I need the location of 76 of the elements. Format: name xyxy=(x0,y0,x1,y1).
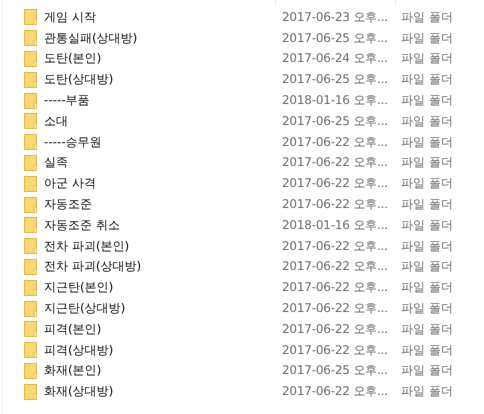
folder-name: 피격(본인) xyxy=(44,320,102,338)
modified-date: 2017-06-22 오후... xyxy=(282,383,389,400)
modified-date: 2017-06-22 오후... xyxy=(282,238,389,255)
file-type: 파일 폴더 xyxy=(401,320,453,338)
folder-name: 소대 xyxy=(44,112,69,130)
modified-date: 2017-06-22 오후... xyxy=(282,342,389,359)
folder-icon xyxy=(24,300,37,317)
modified-date: 2017-06-22 오후... xyxy=(282,175,389,192)
folder-icon xyxy=(24,321,37,338)
folder-icon xyxy=(24,196,37,213)
file-type: 파일 폴더 xyxy=(401,383,453,400)
folder-icon xyxy=(24,92,37,109)
file-type: 파일 폴더 xyxy=(401,8,453,26)
folder-icon xyxy=(24,134,37,150)
file-type: 파일 폴더 xyxy=(401,71,453,88)
modified-date: 2017-06-22 오후... xyxy=(282,258,389,276)
file-type: 파일 폴더 xyxy=(401,134,453,151)
file-type: 파일 폴더 xyxy=(401,30,453,47)
folder-icon xyxy=(24,384,37,400)
folder-icon xyxy=(24,50,37,67)
folder-name: -----부품 xyxy=(44,92,91,110)
folder-name: 화재(본인) xyxy=(44,362,102,380)
modified-date: 2017-06-25 오후... xyxy=(282,362,389,380)
folder-icon xyxy=(24,30,37,46)
folder-icon xyxy=(24,362,37,379)
file-type: 파일 폴더 xyxy=(401,279,453,296)
modified-date: 2017-06-24 오후... xyxy=(282,50,389,68)
folder-name: 도탄(본인) xyxy=(44,50,102,68)
folder-icon xyxy=(24,176,37,192)
file-type: 파일 폴더 xyxy=(401,175,453,192)
folder-name: 관통실패(상대방) xyxy=(44,30,138,47)
folder-icon xyxy=(24,9,37,26)
folder-icon xyxy=(24,72,37,88)
folder-name: 지근탄(본인) xyxy=(44,279,114,296)
folder-name: 화재(상대방) xyxy=(44,383,114,400)
folder-name: 자동조준 취소 xyxy=(44,216,121,234)
folder-icon xyxy=(24,342,37,358)
file-type: 파일 폴더 xyxy=(401,154,453,172)
file-type: 파일 폴더 xyxy=(401,342,453,359)
modified-date: 2017-06-25 오후... xyxy=(282,30,389,47)
folder-name: -----승무원 xyxy=(44,134,103,151)
folder-name: 피격(상대방) xyxy=(44,342,114,359)
modified-date: 2017-06-22 오후... xyxy=(282,300,389,318)
file-type: 파일 폴더 xyxy=(401,238,453,255)
file-type: 파일 폴더 xyxy=(401,50,453,68)
folder-icon xyxy=(24,238,37,254)
modified-date: 2017-06-22 오후... xyxy=(282,196,389,214)
modified-date: 2017-06-25 오후... xyxy=(282,112,389,130)
folder-name: 도탄(상대방) xyxy=(44,71,114,88)
file-type: 파일 폴더 xyxy=(401,92,453,110)
folder-icon xyxy=(24,258,37,275)
file-type: 파일 폴더 xyxy=(401,258,453,276)
folder-icon xyxy=(24,280,37,296)
folder-name: 아군 사격 xyxy=(44,175,97,192)
file-type: 파일 폴더 xyxy=(401,300,453,318)
modified-date: 2017-06-22 오후... xyxy=(282,154,389,172)
folder-name: 실족 xyxy=(44,154,69,172)
folder-name: 게임 시작 xyxy=(44,8,97,26)
modified-date: 2017-06-23 오후... xyxy=(282,8,389,26)
modified-date: 2017-06-22 오후... xyxy=(282,279,389,296)
modified-date: 2017-06-25 오후... xyxy=(282,71,389,88)
folder-name: 전차 파괴(상대방) xyxy=(44,258,142,276)
folder-name: 자동조준 xyxy=(44,196,93,214)
file-type: 파일 폴더 xyxy=(401,112,453,130)
file-type: 파일 폴더 xyxy=(401,362,453,380)
modified-date: 2018-01-16 오후... xyxy=(282,92,389,110)
folder-icon xyxy=(24,217,37,234)
folder-name: 전차 파괴(본인) xyxy=(44,238,130,255)
folder-icon xyxy=(24,154,37,171)
file-type: 파일 폴더 xyxy=(401,216,453,234)
modified-date: 2017-06-22 오후... xyxy=(282,320,389,338)
modified-date: 2018-01-16 오후... xyxy=(282,216,389,234)
folder-name: 지근탄(상대방) xyxy=(44,300,126,318)
modified-date: 2017-06-22 오후... xyxy=(282,134,389,151)
file-type: 파일 폴더 xyxy=(401,196,453,214)
folder-icon xyxy=(24,113,37,130)
